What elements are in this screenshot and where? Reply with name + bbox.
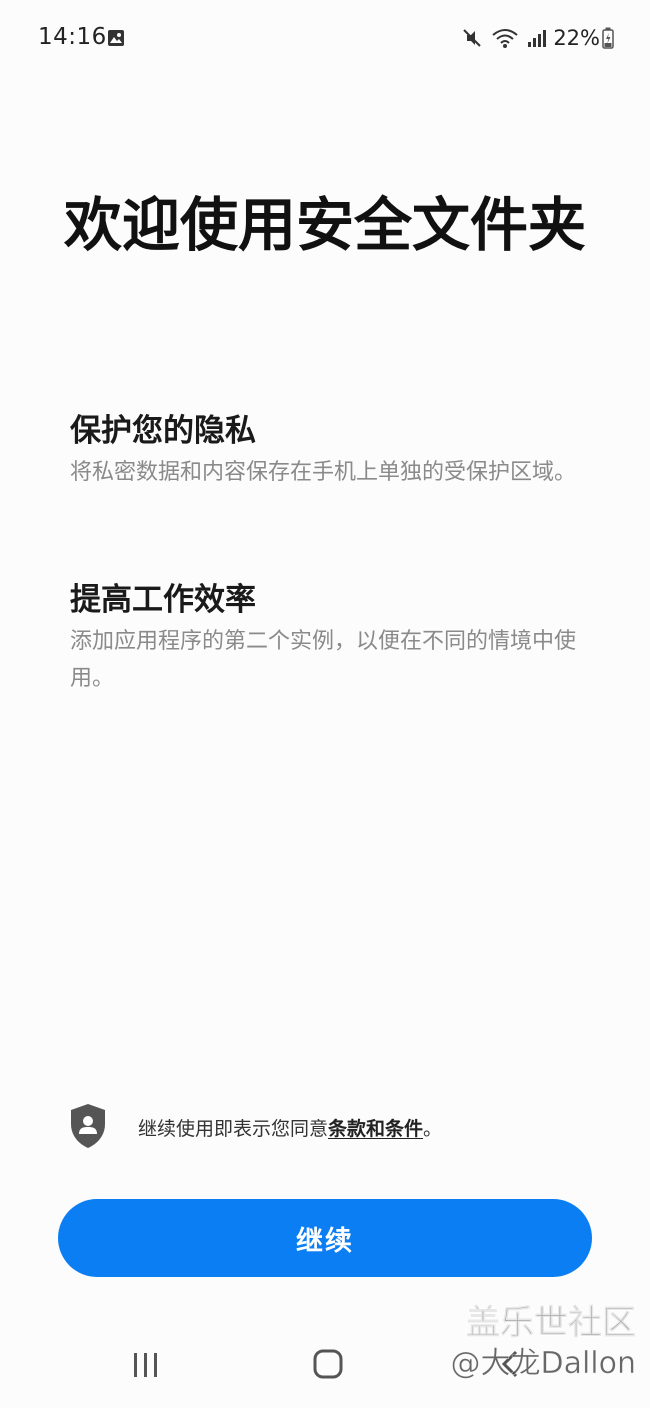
back-icon[interactable] <box>496 1348 526 1380</box>
terms-prefix: 继续使用即表示您同意 <box>138 1118 329 1140</box>
status-bar: 14:16 22% <box>0 0 650 76</box>
terms-and-conditions-link[interactable]: 条款和条件 <box>328 1118 423 1140</box>
page-title: 欢迎使用安全文件夹 <box>63 191 586 259</box>
signal-icon <box>528 30 547 47</box>
terms-text: 继续使用即表示您同意条款和条件。 <box>138 1114 442 1141</box>
navigation-bar <box>0 1330 650 1400</box>
status-icons: 22% <box>453 24 614 52</box>
status-time: 14:16 <box>38 24 107 50</box>
feature-title: 提高工作效率 <box>70 582 256 618</box>
battery-icon <box>602 27 614 49</box>
continue-button[interactable]: 继续 <box>58 1199 592 1277</box>
mute-icon <box>463 29 482 47</box>
shield-user-icon <box>71 1104 105 1148</box>
feature-productivity: 提高工作效率 添加应用程序的第二个实例，以便在不同的情境中使用。 <box>70 580 590 697</box>
wifi-icon <box>492 29 518 48</box>
gallery-icon <box>108 30 124 46</box>
screen: 14:16 22% 欢迎使用安全文件夹 保护您的隐私 将私密数据和内容保存在手机… <box>0 0 650 1408</box>
terms-suffix: 。 <box>423 1118 443 1140</box>
home-icon[interactable] <box>312 1348 344 1380</box>
feature-title: 保护您的隐私 <box>70 413 256 449</box>
feature-description: 添加应用程序的第二个实例，以便在不同的情境中使用。 <box>70 629 577 691</box>
feature-privacy: 保护您的隐私 将私密数据和内容保存在手机上单独的受保护区域。 <box>70 411 590 491</box>
feature-description: 将私密数据和内容保存在手机上单独的受保护区域。 <box>70 460 577 485</box>
terms-notice: 继续使用即表示您同意条款和条件。 <box>68 1102 608 1150</box>
recent-apps-icon[interactable] <box>130 1350 162 1380</box>
battery-percentage: 22% <box>553 26 600 50</box>
